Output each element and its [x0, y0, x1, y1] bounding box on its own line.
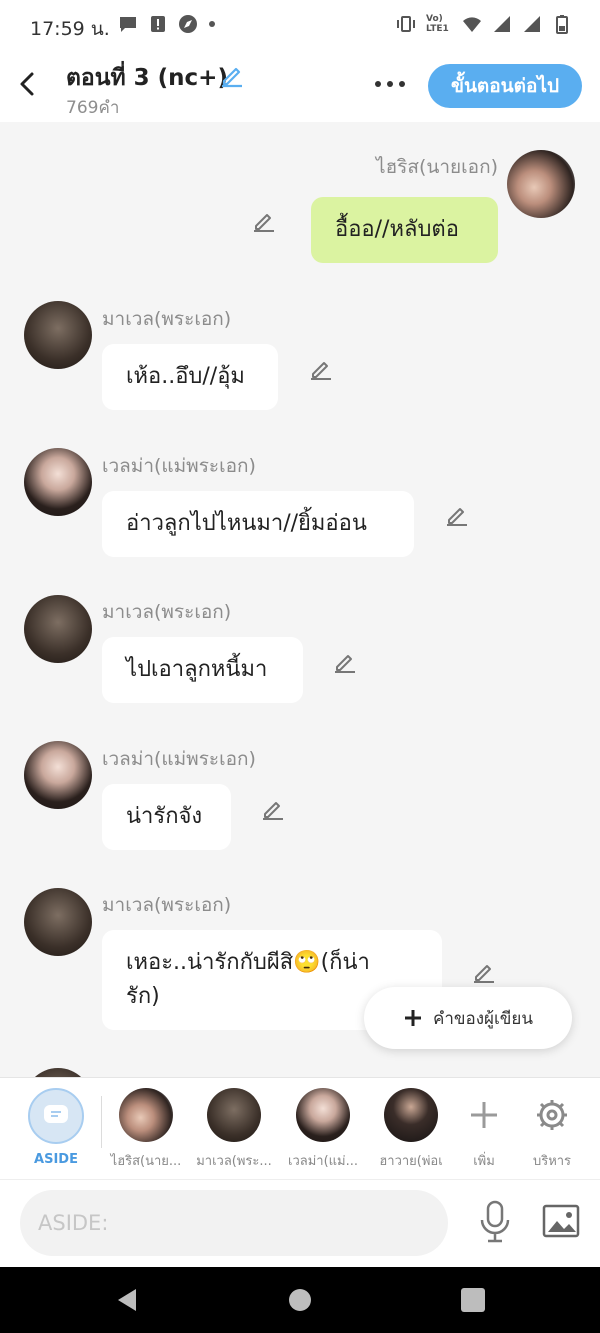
message-sender-name: มาเวล(พระเอก) [102, 308, 232, 330]
avatar [296, 1088, 350, 1142]
edit-message-pencil-icon[interactable] [444, 502, 470, 528]
chat-notification-icon [120, 17, 136, 32]
compass-notification-icon [179, 15, 197, 33]
notification-icons [118, 14, 216, 34]
avatar[interactable] [24, 1068, 92, 1077]
nav-home-icon[interactable] [289, 1289, 311, 1311]
word-count: 769คำ [66, 98, 120, 118]
next-step-button[interactable]: ขั้นตอนต่อไป [428, 64, 582, 108]
gear-icon [537, 1100, 567, 1130]
aside-circle [28, 1088, 84, 1144]
avatar [384, 1088, 438, 1142]
edit-title-pencil-icon[interactable] [220, 62, 246, 88]
edit-message-pencil-icon[interactable] [332, 649, 358, 675]
message-bubble[interactable]: น่ารักจัง [102, 784, 231, 850]
message-sender-name: มาเวล(พระเอก) [102, 894, 232, 916]
signal-icon-2 [524, 16, 540, 32]
avatar[interactable] [24, 888, 92, 956]
character-label: ไฮริส(นาย... [110, 1154, 182, 1169]
back-arrow-icon[interactable] [14, 70, 42, 98]
message-bubble[interactable]: อื้ออ//หลับต่อ [311, 197, 498, 263]
image-icon[interactable] [542, 1204, 580, 1238]
speech-bubble-icon [44, 1105, 68, 1123]
avatar[interactable] [24, 741, 92, 809]
character-item[interactable]: ฮาวาย(พ่อเ [367, 1086, 455, 1171]
signal-icon-1 [494, 16, 510, 32]
message-sender-name: เวลม่า(แม่พระเอก) [102, 748, 256, 770]
nav-recents-icon[interactable] [461, 1288, 485, 1312]
avatar [119, 1088, 173, 1142]
vibrate-icon [397, 16, 415, 32]
wifi-icon [463, 17, 481, 32]
message-sender-name: มาเวล(พระเอก) [102, 601, 232, 623]
message-bubble[interactable]: ไปเอาลูกหนี้มา [102, 637, 303, 703]
character-label: มาเวล(พระ... [196, 1154, 272, 1169]
message-text-line: รัก) [126, 984, 160, 1009]
character-label: ฮาวาย(พ่อเ [379, 1154, 443, 1169]
edit-message-pencil-icon[interactable] [471, 959, 497, 985]
system-icons: Vo) LTE1 [396, 14, 572, 34]
message-text-line: เหอะ..น่ารักกับผีสิ🙄(ก็น่า [126, 950, 370, 975]
system-navigation-bar [0, 1267, 600, 1333]
add-character-button[interactable]: เพิ่ม [446, 1086, 522, 1171]
battery-icon [556, 15, 568, 34]
manage-button[interactable]: บริหาร [514, 1086, 590, 1171]
edit-message-pencil-icon[interactable] [308, 356, 334, 382]
character-item[interactable]: มาเวล(พระ... [190, 1086, 278, 1171]
character-item[interactable]: ไฮริส(นาย... [102, 1086, 190, 1171]
episode-title: ตอนที่ 3 (nc+) [66, 65, 228, 91]
avatar[interactable] [24, 595, 92, 663]
chat-area: ไฮริส(นายเอก) อื้ออ//หลับต่อ มาเวล(พระเอ… [0, 122, 600, 1077]
avatar [207, 1088, 261, 1142]
nav-back-icon[interactable] [114, 1287, 140, 1313]
aside-label: ASIDE [34, 1152, 78, 1167]
microphone-icon[interactable] [478, 1200, 512, 1244]
alert-notification-icon [151, 16, 165, 32]
character-item[interactable]: เวลม่า(แม่... [279, 1086, 367, 1171]
avatar[interactable] [24, 301, 92, 369]
author-note-label: คำของผู้เขียน [432, 1008, 534, 1029]
more-notifications-dot-icon [209, 21, 215, 27]
aside-selector[interactable]: ASIDE [12, 1086, 100, 1167]
plus-icon [471, 1102, 497, 1128]
avatar[interactable] [507, 150, 575, 218]
message-input[interactable] [20, 1190, 448, 1256]
status-time: 17:59 น. [30, 18, 110, 40]
add-label: เพิ่ม [473, 1154, 495, 1169]
message-sender-name: เวลม่า(แม่พระเอก) [102, 455, 256, 477]
more-options-icon[interactable] [372, 74, 408, 94]
edit-message-pencil-icon[interactable] [251, 208, 277, 234]
message-bubble[interactable]: เห้อ..อึบ//อุ้ม [102, 344, 278, 410]
edit-message-pencil-icon[interactable] [260, 796, 286, 822]
character-label: เวลม่า(แม่... [288, 1154, 358, 1169]
avatar[interactable] [24, 448, 92, 516]
app-bar: ตอนที่ 3 (nc+) 769คำ ขั้นตอนต่อไป [0, 52, 600, 122]
manage-label: บริหาร [532, 1154, 572, 1169]
volte-label: Vo) LTE1 [426, 14, 449, 34]
plus-icon [404, 1010, 421, 1026]
message-sender-name: ไฮริส(นายเอก) [376, 156, 498, 178]
status-bar: 17:59 น. Vo) LTE1 [0, 0, 600, 52]
author-note-button[interactable]: คำของผู้เขียน [364, 987, 572, 1049]
composer-bar [0, 1179, 600, 1268]
message-bubble[interactable]: อ่าวลูกไปไหนมา//ยิ้มอ่อน [102, 491, 414, 557]
character-selector-bar: ASIDE ไฮริส(นาย... มาเวล(พระ... เวลม่า(แ… [0, 1077, 600, 1180]
